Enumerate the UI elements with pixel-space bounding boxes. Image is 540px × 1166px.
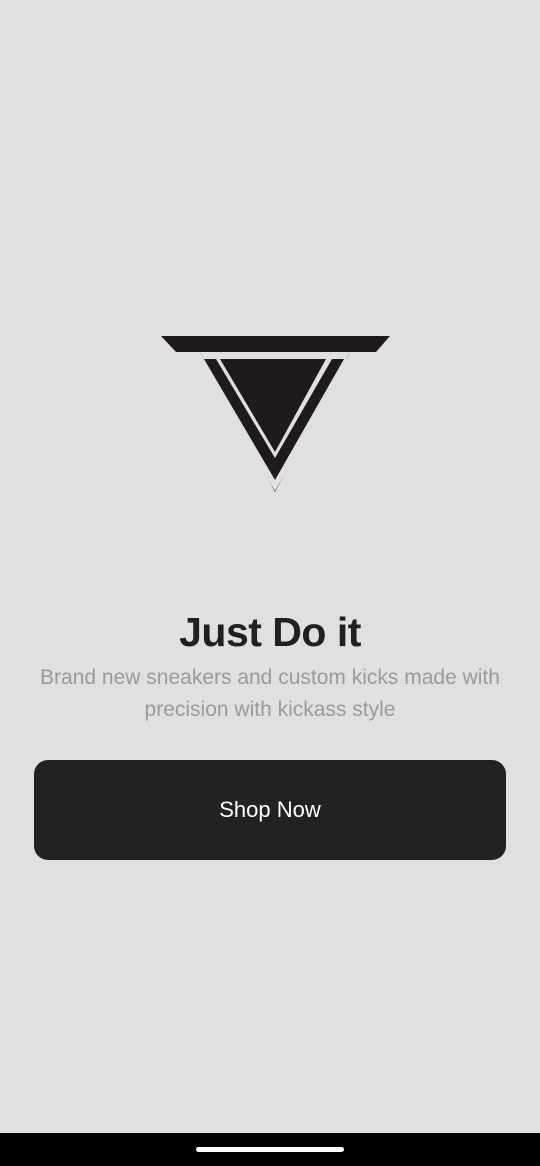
home-indicator[interactable] [196, 1147, 344, 1152]
welcome-screen: Just Do it Brand new sneakers and custom… [0, 0, 540, 1133]
v-chevron-logo-icon [161, 336, 390, 492]
shop-now-label: Shop Now [219, 797, 321, 822]
shop-now-button[interactable]: Shop Now [34, 760, 506, 860]
page-title: Just Do it [179, 609, 361, 655]
tagline: Brand new sneakers and custom kicks made… [40, 666, 500, 721]
system-nav-bar [0, 1133, 540, 1166]
